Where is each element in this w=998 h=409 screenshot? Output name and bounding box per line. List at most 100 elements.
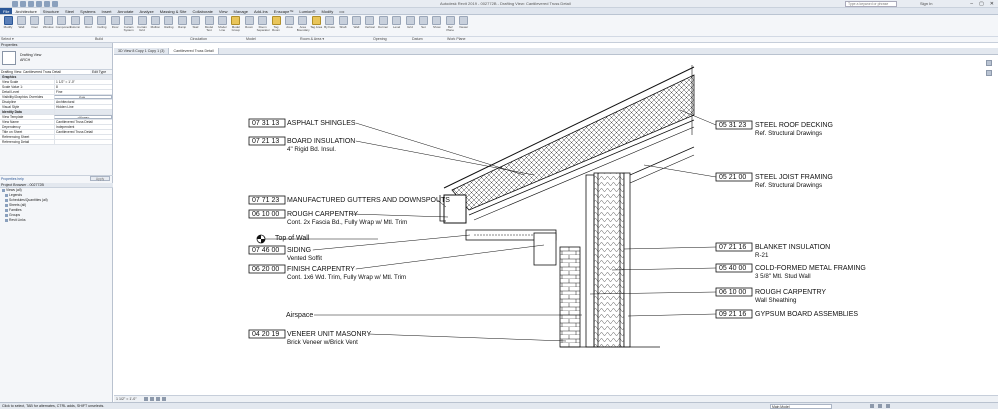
type-selector[interactable]: Drafting View ARCH: [0, 48, 112, 70]
ribbon-tool-button[interactable]: Railing: [163, 16, 175, 36]
open-icon[interactable]: [12, 1, 18, 7]
property-value[interactable]: Hidden Line: [54, 105, 112, 109]
ribbon-tool-button[interactable]: Curtain System: [123, 16, 135, 36]
keynote[interactable]: 05 40 00 COLD-FORMED METAL FRAMING3 5/8" …: [611, 263, 866, 280]
view-scale[interactable]: 1 1/2" = 1'-0": [116, 397, 137, 401]
ribbon-tab[interactable]: Structure: [40, 8, 62, 14]
doc-tab-truss-detail[interactable]: Cantilevered Truss Detail: [169, 48, 219, 54]
ribbon-tool-button[interactable]: Floor: [109, 16, 121, 36]
ribbon-tab[interactable]: Steel: [62, 8, 77, 14]
ribbon-tool-button[interactable]: Curtain Grid: [136, 16, 148, 36]
maximize-button[interactable]: ▢: [979, 1, 984, 7]
ribbon-tool-button[interactable]: Model Group: [230, 16, 242, 36]
keynote[interactable]: 07 21 16 BLANKET INSULATIONR-21: [623, 242, 830, 259]
ribbon-tool-button[interactable]: Show: [431, 16, 443, 36]
property-value[interactable]: Independent: [54, 125, 112, 129]
ribbon-tab[interactable]: Analyze: [137, 8, 157, 14]
property-value[interactable]: Fine: [54, 90, 112, 94]
active-model-select[interactable]: Main Model: [770, 404, 832, 409]
ribbon-tool-button[interactable]: Vertical: [364, 16, 376, 36]
steering-wheel-icon[interactable]: [986, 60, 992, 66]
measure-icon[interactable]: [52, 1, 58, 7]
ribbon-tool-button[interactable]: Window: [42, 16, 54, 36]
ribbon-panel-title[interactable]: Room & Area ▾: [300, 37, 324, 41]
property-value[interactable]: Cantilevered Truss Detail: [54, 130, 112, 134]
property-row[interactable]: Referencing Detail: [0, 140, 112, 145]
browser-node[interactable]: Revit Links: [0, 218, 113, 223]
keynote[interactable]: 07 71 23 MANUFACTURED GUTTERS AND DOWNSPO…: [248, 195, 450, 208]
ribbon-tool-button[interactable]: Stair: [190, 16, 202, 36]
ribbon-tool-button[interactable]: Ceiling: [96, 16, 108, 36]
ribbon-tool-button[interactable]: Level: [391, 16, 403, 36]
ribbon-tab[interactable]: ▭•: [336, 8, 347, 14]
redo-icon[interactable]: [36, 1, 42, 7]
crop-view-icon[interactable]: [156, 397, 160, 401]
undo-icon[interactable]: [28, 1, 34, 7]
doc-tab-3d-view[interactable]: 3D View 8 Copy 1 Copy 1 (3): [114, 48, 170, 54]
ribbon-tab[interactable]: Modify: [318, 8, 336, 14]
ribbon-panel-title[interactable]: Select ▾: [1, 37, 14, 41]
ribbon-tool-button[interactable]: Component: [56, 16, 71, 36]
keynote[interactable]: 05 21 00 STEEL JOIST FRAMINGRef. Structur…: [643, 164, 833, 189]
ribbon-tab[interactable]: Lumion®: [296, 8, 318, 14]
minimize-button[interactable]: –: [970, 1, 973, 7]
ribbon-tool-button[interactable]: Shaft: [337, 16, 349, 36]
help-search-input[interactable]: Type a keyword or phrase: [845, 1, 897, 7]
ribbon-tool-button[interactable]: Mullion: [149, 16, 161, 36]
ribbon-tool-button[interactable]: Dormer: [377, 16, 389, 36]
ribbon-tool-button[interactable]: Door: [29, 16, 41, 36]
ribbon-tool-button[interactable]: Model Text: [203, 16, 215, 36]
quick-access-toolbar[interactable]: [12, 1, 58, 7]
ribbon-tab[interactable]: Annotate: [115, 8, 137, 14]
property-value[interactable]: [54, 140, 112, 144]
property-value[interactable]: <None>: [54, 115, 112, 119]
ribbon-tool-button[interactable]: Grid: [404, 16, 416, 36]
ribbon-tab[interactable]: Collaborate: [189, 8, 215, 14]
property-value[interactable]: 1 1/2" = 1'-0": [54, 80, 112, 84]
ribbon-tab[interactable]: Massing & Site: [157, 8, 190, 14]
save-icon[interactable]: [20, 1, 26, 7]
property-value[interactable]: Edit...: [54, 95, 112, 99]
ribbon-tab[interactable]: Manage: [231, 8, 251, 14]
ribbon-tab[interactable]: Add-Ins: [251, 8, 271, 14]
property-value[interactable]: Cantilevered Truss Detail: [54, 120, 112, 124]
zoom-icon[interactable]: [986, 70, 992, 76]
print-icon[interactable]: [44, 1, 50, 7]
visual-style-icon[interactable]: [150, 397, 154, 401]
ribbon-tool-button[interactable]: Set: [417, 16, 429, 36]
property-value[interactable]: Architectural: [54, 100, 112, 104]
keynote[interactable]: 07 21 13 BOARD INSULATION4" Rigid Bd. Ins…: [248, 136, 535, 176]
ribbon-tab[interactable]: Enscape™: [271, 8, 297, 14]
ribbon-tool-button[interactable]: Wall: [350, 16, 362, 36]
filter-icon[interactable]: [886, 404, 890, 408]
ribbon-tab[interactable]: Architecture: [12, 8, 40, 14]
keynote[interactable]: 04 20 19 VENEER UNIT MASONRYBrick Veneer …: [248, 329, 567, 346]
ribbon-tab[interactable]: Systems: [77, 8, 98, 14]
ribbon-tool-button[interactable]: Area Boundary: [297, 16, 310, 36]
ribbon-tool-button[interactable]: Column: [69, 16, 81, 36]
ribbon-tool-button[interactable]: Ref Plane: [444, 16, 456, 36]
ribbon-tool-button[interactable]: Roof: [82, 16, 94, 36]
ribbon-tool-button[interactable]: Tag Area: [310, 16, 322, 36]
ribbon-tool-button[interactable]: Area: [283, 16, 295, 36]
ribbon-tab[interactable]: View: [216, 8, 231, 14]
keynote[interactable]: 06 10 00 ROUGH CARPENTRYCont. 2x Fascia B…: [248, 209, 449, 226]
ribbon-tool-button[interactable]: Room: [243, 16, 255, 36]
keynote[interactable]: 05 31 23 STEEL ROOF DECKINGRef. Structura…: [679, 109, 833, 137]
ribbon-tab[interactable]: Insert: [99, 8, 115, 14]
property-value[interactable]: 8: [54, 85, 112, 89]
property-value[interactable]: [54, 135, 112, 139]
ribbon-tool-button[interactable]: By Face: [324, 16, 336, 36]
drawing-canvas[interactable]: Top of Wall Airspace 07 31 13 ASPHALT SHI…: [114, 55, 998, 395]
apply-button[interactable]: Apply: [90, 176, 110, 181]
edit-type-button[interactable]: Edit Type: [90, 70, 112, 74]
detail-level-icon[interactable]: [144, 397, 148, 401]
ribbon-tool-button[interactable]: Viewer: [458, 16, 470, 36]
ribbon-tool-button[interactable]: Model Line: [216, 16, 228, 36]
design-options-icon[interactable]: [878, 404, 882, 408]
ribbon-tab[interactable]: File: [0, 8, 13, 14]
properties-help-link[interactable]: Properties help: [1, 177, 24, 181]
ribbon-tool-button[interactable]: Wall: [15, 16, 27, 36]
sign-in-link[interactable]: Sign In: [920, 1, 932, 6]
keynote[interactable]: 09 21 16 GYPSUM BOARD ASSEMBLIES: [627, 309, 858, 319]
